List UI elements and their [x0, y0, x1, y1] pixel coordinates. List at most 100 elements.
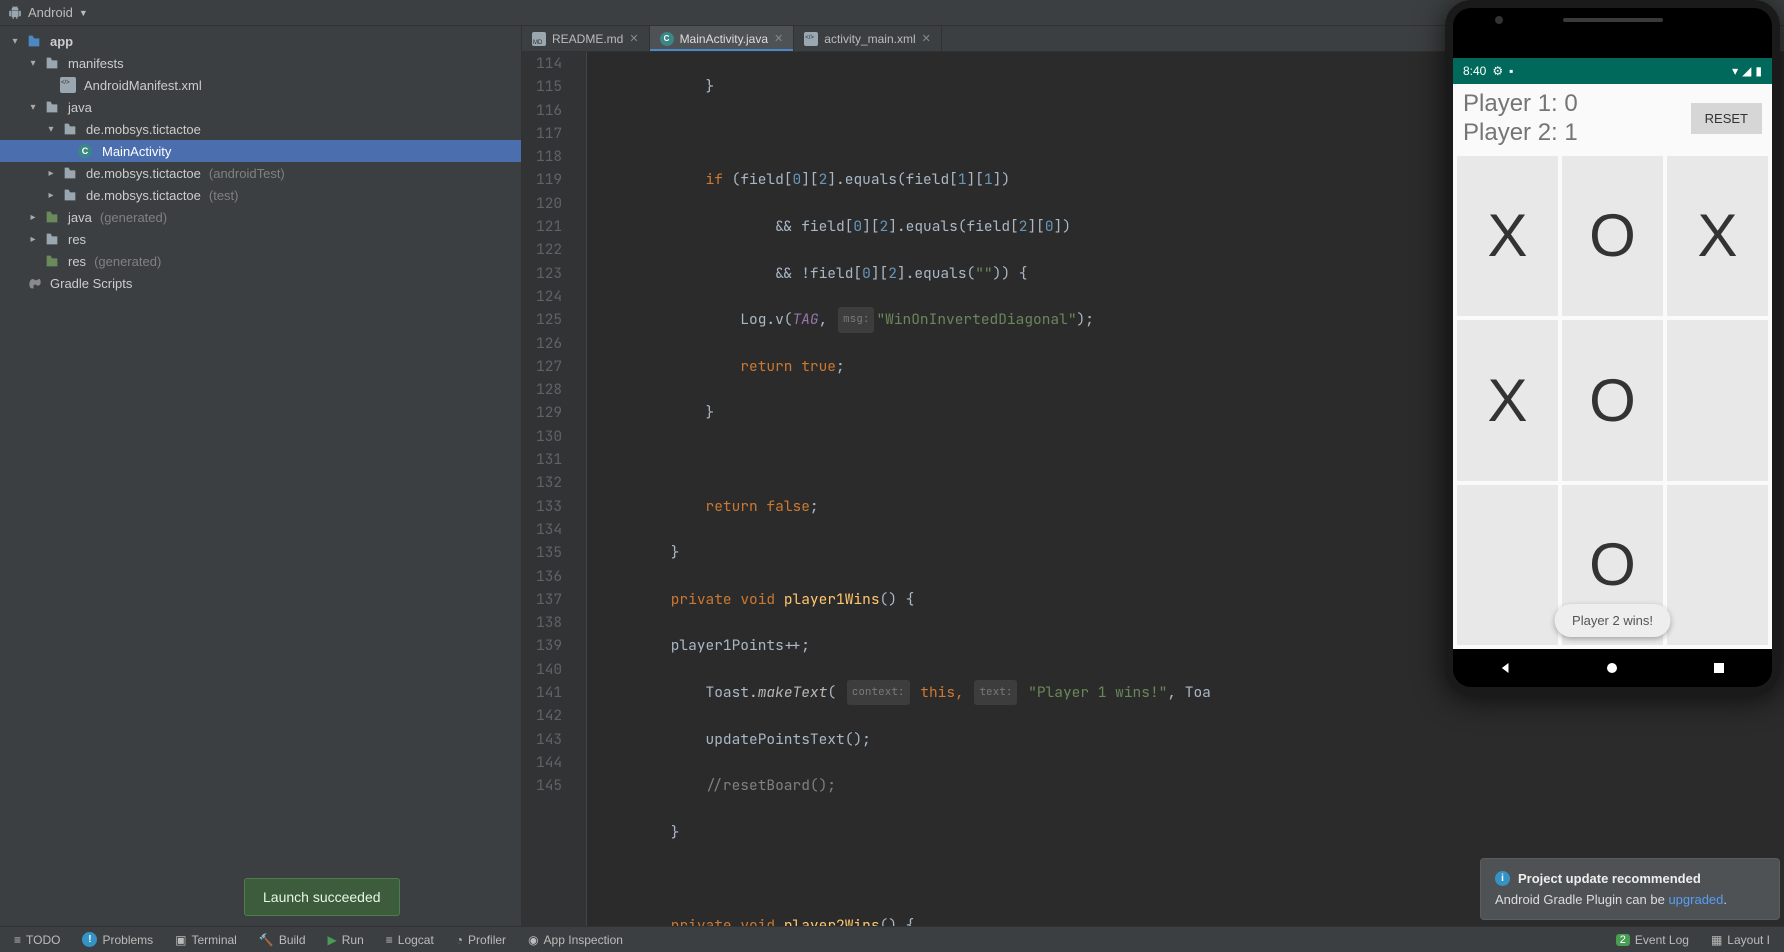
appinspection-button[interactable]: ◉App Inspection	[518, 927, 633, 952]
tree-node-androidmanifest[interactable]: AndroidManifest.xml	[0, 74, 521, 96]
tree-node-package-androidtest[interactable]: ▸ de.mobsys.tictactoe (androidTest)	[0, 162, 521, 184]
hammer-icon: 🔨	[259, 933, 274, 947]
chevron-down-icon: ▾	[44, 124, 58, 135]
tree-node-java-gen[interactable]: ▸ java (generated)	[0, 206, 521, 228]
recent-button[interactable]	[1709, 658, 1729, 678]
clock: 8:40	[1463, 64, 1486, 78]
android-icon	[8, 6, 22, 20]
java-class-icon	[660, 32, 674, 46]
build-button[interactable]: 🔨Build	[249, 927, 316, 952]
folder-icon	[44, 99, 60, 115]
tree-label: java	[68, 100, 92, 115]
ttt-cell-2[interactable]: X	[1667, 156, 1768, 316]
speaker	[1563, 18, 1663, 22]
package-icon	[62, 187, 78, 203]
tree-node-java[interactable]: ▾ java	[0, 96, 521, 118]
ttt-cell-8[interactable]	[1667, 485, 1768, 645]
chevron-down-icon: ▼	[79, 8, 88, 18]
close-icon[interactable]: ✕	[629, 32, 638, 45]
chevron-right-icon: ▸	[44, 168, 58, 179]
line-number: 127	[536, 355, 562, 378]
chevron-down-icon: ▾	[26, 58, 40, 69]
gradle-icon	[26, 275, 42, 291]
tree-node-gradle[interactable]: Gradle Scripts	[0, 272, 521, 294]
gear-icon: ⚙	[1492, 64, 1503, 78]
tree-label: app	[50, 34, 73, 49]
line-number: 145	[536, 774, 562, 797]
tictactoe-grid: XOXXOO	[1453, 152, 1772, 649]
notification-title: Project update recommended	[1518, 871, 1701, 886]
run-button[interactable]: ▶Run	[318, 927, 374, 952]
upgrade-link[interactable]: upgraded	[1668, 892, 1723, 907]
notification-popup[interactable]: i Project update recommended Android Gra…	[1480, 858, 1780, 920]
layoutinspector-button[interactable]: ▦Layout I	[1701, 927, 1780, 952]
chevron-right-icon: ▸	[44, 190, 58, 201]
xml-file-icon	[60, 77, 76, 93]
line-number: 130	[536, 425, 562, 448]
close-icon[interactable]: ✕	[922, 32, 931, 45]
ttt-cell-4[interactable]: O	[1562, 320, 1663, 480]
tree-label: AndroidManifest.xml	[84, 78, 202, 93]
tree-hint: (generated)	[100, 210, 167, 225]
chevron-right-icon: ▸	[26, 212, 40, 223]
tab-label: README.md	[552, 32, 623, 46]
home-button[interactable]	[1602, 658, 1622, 678]
emulator-device[interactable]: 8:40 ⚙ ▪ ▾ ◢ ▮ Player 1: 0 Player 2: 1 R…	[1445, 0, 1780, 695]
logcat-button[interactable]: ≡Logcat	[376, 927, 444, 952]
signal-icon: ◢	[1742, 64, 1751, 78]
line-numbers: 1141151161171181191201211221231241251261…	[522, 52, 573, 926]
package-icon	[62, 165, 78, 181]
view-mode-dropdown[interactable]: Android ▼	[8, 5, 88, 20]
tree-node-mainactivity[interactable]: C MainActivity	[0, 140, 521, 162]
inspection-icon: ◉	[528, 933, 538, 947]
player2-score: Player 2: 1	[1463, 119, 1578, 148]
eventlog-badge: 2	[1616, 934, 1630, 946]
line-number: 116	[536, 99, 562, 122]
todo-button[interactable]: ≡TODO	[4, 927, 70, 952]
xml-file-icon	[804, 32, 818, 46]
back-button[interactable]	[1496, 658, 1516, 678]
camera-icon	[1495, 16, 1503, 24]
close-icon[interactable]: ✕	[774, 32, 783, 45]
project-panel[interactable]: ▾ app ▾ manifests AndroidManifest.xml ▾ …	[0, 26, 522, 926]
line-number: 117	[536, 122, 562, 145]
ttt-cell-6[interactable]	[1457, 485, 1558, 645]
list-icon: ≡	[14, 933, 21, 947]
eventlog-button[interactable]: 2Event Log	[1606, 927, 1699, 952]
player1-score: Player 1: 0	[1463, 90, 1578, 119]
profiler-button[interactable]: ◔Profiler	[446, 927, 516, 952]
logcat-icon: ≡	[386, 933, 393, 947]
tree-label: res	[68, 254, 86, 269]
line-number: 135	[536, 541, 562, 564]
tree-label: manifests	[68, 56, 124, 71]
tab-mainactivity[interactable]: MainActivity.java ✕	[650, 26, 795, 51]
problems-button[interactable]: !Problems	[72, 927, 163, 952]
reset-button[interactable]: RESET	[1691, 103, 1762, 134]
ttt-cell-0[interactable]: X	[1457, 156, 1558, 316]
chevron-down-icon: ▾	[26, 102, 40, 113]
tab-activitymain[interactable]: activity_main.xml ✕	[794, 26, 942, 51]
ttt-cell-5[interactable]	[1667, 320, 1768, 480]
tree-node-package-test[interactable]: ▸ de.mobsys.tictactoe (test)	[0, 184, 521, 206]
ttt-cell-3[interactable]: X	[1457, 320, 1558, 480]
tree-label: Gradle Scripts	[50, 276, 132, 291]
tab-readme[interactable]: README.md ✕	[522, 26, 650, 51]
tree-node-package[interactable]: ▾ de.mobsys.tictactoe	[0, 118, 521, 140]
line-number: 122	[536, 238, 562, 261]
tree-node-res[interactable]: ▸ res	[0, 228, 521, 250]
line-number: 118	[536, 145, 562, 168]
class-icon: C	[78, 144, 92, 158]
tree-node-res-gen[interactable]: res (generated)	[0, 250, 521, 272]
terminal-button[interactable]: ▣Terminal	[165, 927, 247, 952]
tree-node-app[interactable]: ▾ app	[0, 30, 521, 52]
fold-column[interactable]	[573, 52, 587, 926]
status-bar: 8:40 ⚙ ▪ ▾ ◢ ▮	[1453, 58, 1772, 84]
chevron-down-icon: ▾	[8, 36, 22, 47]
tab-label: MainActivity.java	[680, 32, 768, 46]
tree-node-manifests[interactable]: ▾ manifests	[0, 52, 521, 74]
tree-hint: (androidTest)	[209, 166, 285, 181]
play-icon: ▶	[328, 933, 337, 947]
ttt-cell-1[interactable]: O	[1562, 156, 1663, 316]
folder-icon	[44, 55, 60, 71]
profiler-icon: ◔	[456, 933, 463, 947]
